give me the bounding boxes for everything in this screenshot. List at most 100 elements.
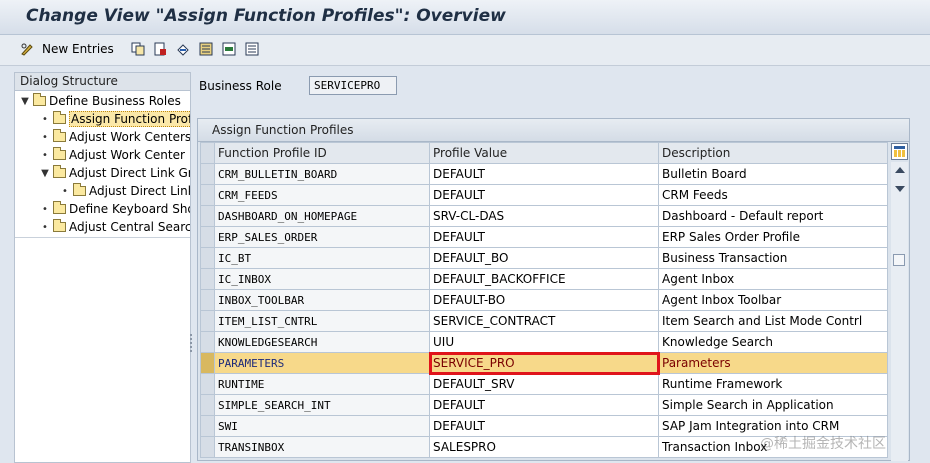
- bullet-icon: •: [42, 203, 48, 215]
- new-entries-label: New Entries: [42, 42, 114, 56]
- row-selector[interactable]: [200, 184, 215, 206]
- profile-value-field[interactable]: DEFAULT: [429, 415, 659, 437]
- table-row-highlighted[interactable]: PARAMETERS SERVICE_PRO Parameters: [200, 351, 888, 375]
- row-selector[interactable]: [200, 163, 215, 185]
- copy-icon[interactable]: [131, 42, 145, 56]
- tree-item-label: Define Keyboard Sho: [69, 202, 191, 216]
- bullet-icon: •: [42, 149, 48, 161]
- function-profile-id-cell: TRANSINBOX: [214, 436, 430, 458]
- row-selector[interactable]: [200, 226, 215, 248]
- tree-item-assign-function-profiles[interactable]: • Assign Function Profi: [41, 110, 190, 128]
- row-selector[interactable]: [200, 415, 215, 437]
- scroll-down-arrow-icon[interactable]: [895, 186, 905, 192]
- tree-item-adjust-work-centers[interactable]: • Adjust Work Centers: [41, 128, 191, 146]
- profile-value-field[interactable]: SRV-CL-DAS: [429, 205, 659, 227]
- table-row[interactable]: ITEM_LIST_CNTRL SERVICE_CONTRACT Item Sear…: [200, 310, 888, 332]
- row-selector[interactable]: [200, 268, 215, 290]
- bullet-icon: •: [62, 185, 68, 197]
- description-cell: Knowledge Search: [658, 331, 888, 353]
- table-row[interactable]: CRM_BULLETIN_BOARD DEFAULT Bulletin Board: [200, 163, 888, 185]
- tree-item-label: Assign Function Profi: [69, 111, 190, 127]
- dialog-structure-header: Dialog Structure: [15, 73, 190, 91]
- panel-splitter-handle[interactable]: [190, 334, 192, 354]
- row-selector[interactable]: [200, 289, 215, 311]
- select-all-rows-cell[interactable]: [200, 142, 215, 164]
- folder-icon: [53, 219, 66, 232]
- function-profile-id-cell: PARAMETERS: [214, 352, 430, 374]
- undo-change-icon[interactable]: [176, 42, 190, 56]
- new-entries-button[interactable]: New Entries: [20, 41, 114, 57]
- business-role-field[interactable]: SERVICEPRO: [309, 76, 397, 95]
- table-row[interactable]: ERP_SALES_ORDER DEFAULT ERP Sales Order Pr…: [200, 226, 888, 248]
- row-selector[interactable]: [200, 247, 215, 269]
- column-header-description[interactable]: Description: [658, 142, 888, 164]
- scroll-up-arrow-icon[interactable]: [895, 167, 905, 173]
- row-selector[interactable]: [200, 352, 215, 374]
- tree-item-label: Adjust Work Center: [69, 148, 185, 162]
- table-row[interactable]: DASHBOARD_ON_HOMEPAGE SRV-CL-DAS Dashboard…: [200, 205, 888, 227]
- tree-item-adjust-direct-link[interactable]: • Adjust Direct Link: [61, 182, 191, 200]
- table-row[interactable]: SIMPLE_SEARCH_INT DEFAULT Simple Search in…: [200, 394, 888, 416]
- function-profiles-table: Function Profile ID Profile Value Descri…: [200, 142, 888, 458]
- row-selector[interactable]: [200, 373, 215, 395]
- table-row[interactable]: CRM_FEEDS DEFAULT CRM Feeds: [200, 184, 888, 206]
- table-settings-icon[interactable]: [891, 143, 908, 160]
- tree-item-label: Adjust Work Centers: [69, 130, 191, 144]
- vertical-scrollbar[interactable]: [891, 162, 908, 461]
- row-selector[interactable]: [200, 331, 215, 353]
- tree-item-define-business-roles[interactable]: ▼ Define Business Roles: [21, 92, 181, 110]
- delete-icon[interactable]: [153, 42, 167, 56]
- scrollbar-thumb[interactable]: [893, 254, 905, 266]
- description-cell: Agent Inbox Toolbar: [658, 289, 888, 311]
- profile-value-field[interactable]: SALESPRO: [429, 436, 659, 458]
- function-profile-id-cell: IC_INBOX: [214, 268, 430, 290]
- folder-icon: [33, 93, 46, 106]
- dialog-structure-panel: Dialog Structure ▼ Define Business Roles…: [14, 72, 191, 463]
- tree-item-define-keyboard-shortcuts[interactable]: • Define Keyboard Sho: [41, 200, 191, 218]
- row-selector[interactable]: [200, 436, 215, 458]
- business-role-label: Business Role: [199, 79, 282, 93]
- profile-value-field[interactable]: DEFAULT: [429, 226, 659, 248]
- folder-icon: [73, 183, 86, 196]
- profile-value-field[interactable]: SERVICE_CONTRACT: [429, 310, 659, 332]
- table-row[interactable]: RUNTIME DEFAULT_SRV Runtime Framework: [200, 373, 888, 395]
- profile-value-field[interactable]: UIU: [429, 331, 659, 353]
- table-row[interactable]: IC_BT DEFAULT_BO Business Transaction: [200, 247, 888, 269]
- profile-value-field[interactable]: DEFAULT: [429, 184, 659, 206]
- row-selector[interactable]: [200, 310, 215, 332]
- tree-item-adjust-direct-link-groups[interactable]: ▼ Adjust Direct Link Gr: [41, 164, 190, 182]
- description-cell: Agent Inbox: [658, 268, 888, 290]
- select-all-icon[interactable]: [199, 42, 213, 56]
- table-row[interactable]: INBOX_TOOLBAR DEFAULT-BO Agent Inbox Toolb…: [200, 289, 888, 311]
- expand-triangle-icon[interactable]: ▼: [21, 96, 29, 107]
- profile-value-field[interactable]: DEFAULT-BO: [429, 289, 659, 311]
- column-header-profile-value[interactable]: Profile Value: [429, 142, 659, 164]
- profile-value-field[interactable]: DEFAULT_BO: [429, 247, 659, 269]
- tree-item-adjust-work-center[interactable]: • Adjust Work Center: [41, 146, 185, 164]
- description-cell: Parameters: [658, 352, 888, 374]
- folder-icon: [53, 129, 66, 142]
- tree-item-adjust-central-search[interactable]: • Adjust Central Search: [41, 218, 190, 236]
- table-row[interactable]: KNOWLEDGESEARCH UIU Knowledge Search: [200, 331, 888, 353]
- bullet-icon: •: [42, 131, 48, 143]
- folder-icon: [53, 165, 66, 178]
- profile-value-field[interactable]: DEFAULT: [429, 163, 659, 185]
- description-cell: Bulletin Board: [658, 163, 888, 185]
- expand-triangle-icon[interactable]: ▼: [41, 168, 49, 179]
- tree-item-label: Adjust Direct Link: [89, 184, 191, 198]
- row-selector[interactable]: [200, 205, 215, 227]
- window-title: Change View "Assign Function Profiles": …: [26, 6, 506, 26]
- tree-divider: [15, 237, 190, 238]
- profile-value-field[interactable]: DEFAULT_SRV: [429, 373, 659, 395]
- table-row[interactable]: IC_INBOX DEFAULT_BACKOFFICE Agent Inbox: [200, 268, 888, 290]
- deselect-all-icon[interactable]: [245, 42, 259, 56]
- select-block-icon[interactable]: [222, 42, 236, 56]
- column-header-function-profile-id[interactable]: Function Profile ID: [214, 142, 430, 164]
- profile-value-field[interactable]: DEFAULT_BACKOFFICE: [429, 268, 659, 290]
- assign-function-profiles-panel: Assign Function Profiles Function Profil…: [197, 118, 910, 461]
- row-selector[interactable]: [200, 394, 215, 416]
- function-profile-id-cell: INBOX_TOOLBAR: [214, 289, 430, 311]
- profile-value-field[interactable]: DEFAULT: [429, 394, 659, 416]
- profile-value-field-highlighted[interactable]: SERVICE_PRO: [428, 351, 660, 375]
- description-cell: Item Search and List Mode Contrl: [658, 310, 888, 332]
